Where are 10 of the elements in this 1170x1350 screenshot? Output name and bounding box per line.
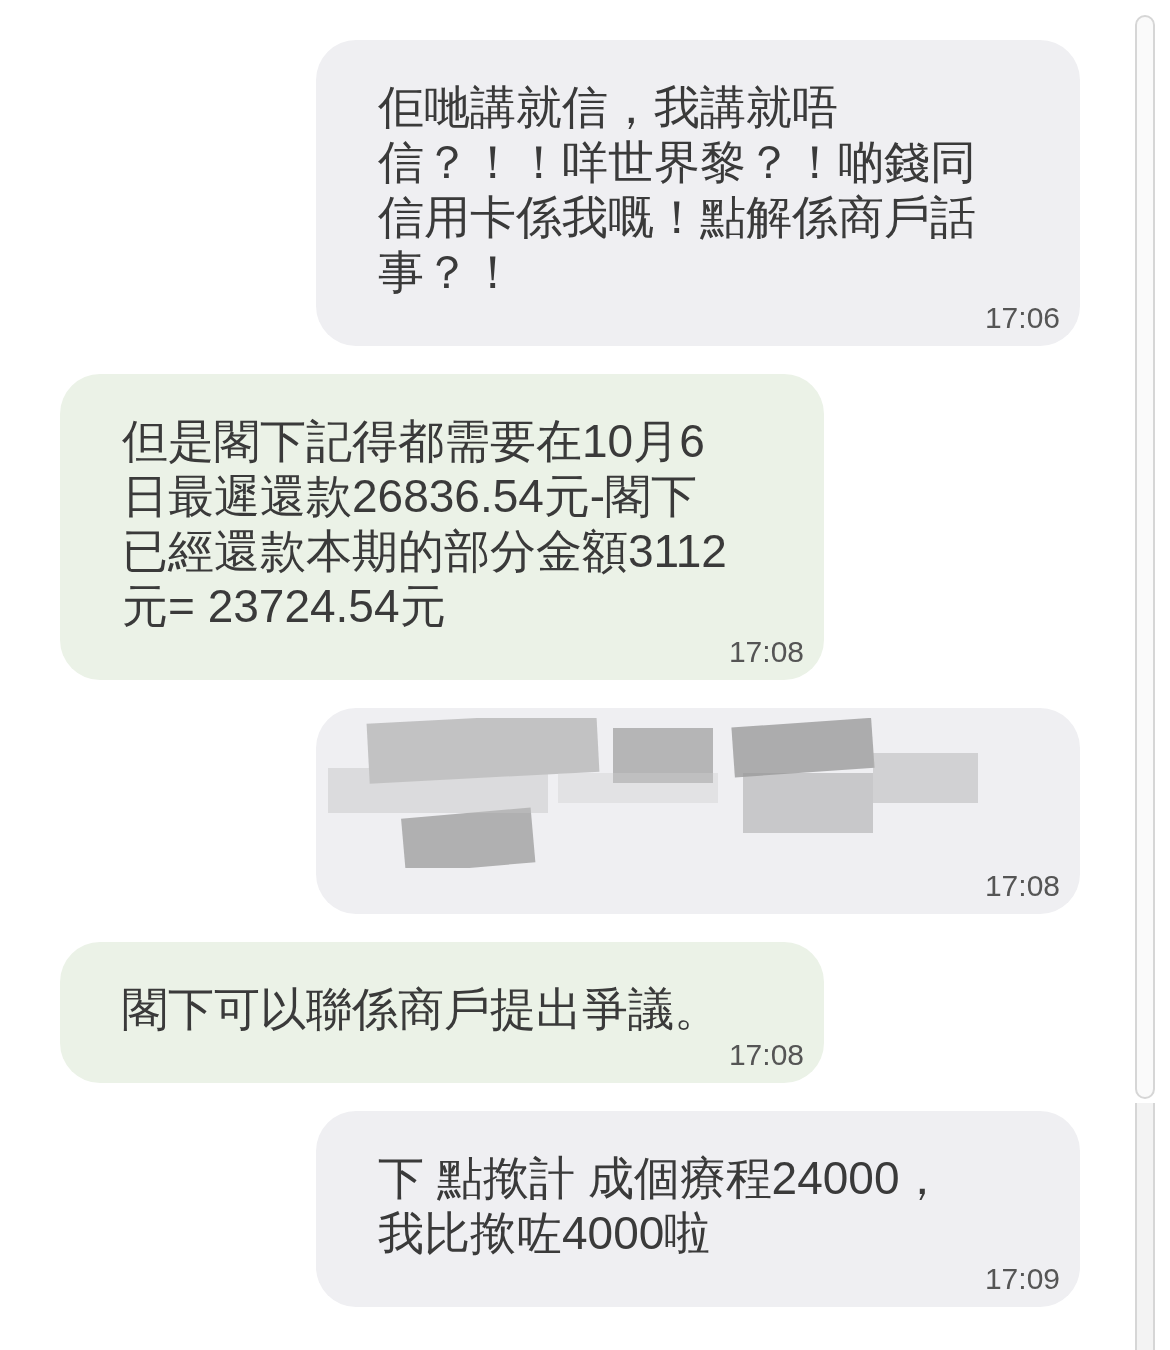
message-time: 17:06 — [984, 300, 1060, 336]
message-text: 但是閣下記得都需要在10月6 日最遲還款26836.54元-閣下 已經還款本期的部分金額3112 元= 23724.54元 — [122, 414, 727, 634]
message-text: 下 點揿計 成個療程24000， 我比揿咗4000啦 — [378, 1151, 946, 1261]
message-time: 17:08 — [984, 868, 1060, 904]
message-text: 佢哋講就信，我講就唔 信？！！咩世界黎？！啲錢同 信用卡係我嘅！點解係商戶話 事？！ — [378, 80, 976, 300]
message-time: 17:08 — [728, 1037, 804, 1073]
message-time: 17:09 — [984, 1261, 1060, 1297]
scrollbar-thumb[interactable] — [1135, 15, 1155, 1099]
message-text: 閣下可以聯係商戶提出爭議。 — [122, 982, 720, 1037]
message-time: 17:08 — [728, 634, 804, 670]
